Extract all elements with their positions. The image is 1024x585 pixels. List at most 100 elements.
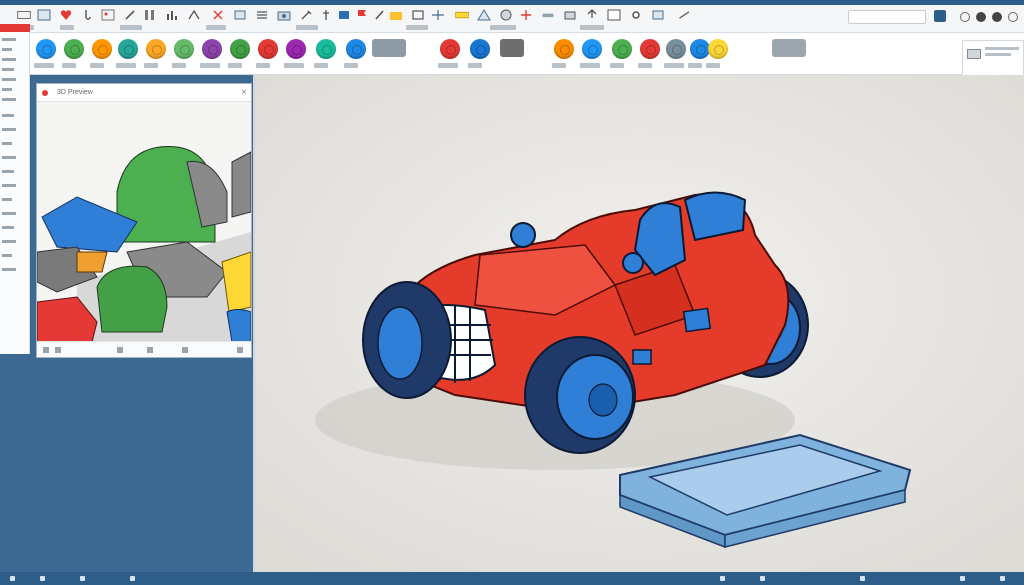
swatch-teal[interactable]	[118, 39, 138, 59]
strip-item[interactable]	[2, 156, 16, 159]
grid-icon[interactable]	[36, 8, 52, 22]
ruler-icon[interactable]	[142, 8, 158, 22]
status-icon[interactable]	[960, 576, 965, 581]
swatch-yellow[interactable]	[708, 39, 728, 59]
status-icon[interactable]	[10, 576, 15, 581]
shape-tool-icon[interactable]	[372, 39, 406, 57]
strip-item[interactable]	[2, 212, 16, 215]
strip-item[interactable]	[2, 114, 14, 117]
strip-item[interactable]	[2, 142, 12, 145]
folder-icon[interactable]	[388, 8, 404, 22]
front-right-wheel[interactable]	[524, 336, 636, 454]
move-icon[interactable]	[518, 8, 534, 22]
strip-item[interactable]	[2, 268, 16, 271]
mesh-icon[interactable]	[430, 8, 446, 22]
swatch-orange[interactable]	[92, 39, 112, 59]
swatch-blue[interactable]	[36, 39, 56, 59]
scene-render[interactable]	[255, 75, 1024, 572]
notifications-icon[interactable]	[992, 12, 1002, 22]
swatch-green-3[interactable]	[230, 39, 250, 59]
search-input[interactable]	[848, 10, 926, 24]
strip-item[interactable]	[2, 48, 12, 51]
status-icon[interactable]	[720, 576, 725, 581]
view-mode-icon[interactable]	[934, 10, 946, 22]
help-icon[interactable]	[960, 12, 970, 22]
status-icon[interactable]	[40, 576, 45, 581]
flag-icon[interactable]	[354, 8, 370, 22]
swatch-orange-2[interactable]	[146, 39, 166, 59]
cut-icon[interactable]	[210, 8, 226, 22]
pin-icon[interactable]	[318, 8, 334, 22]
close-window-icon[interactable]	[1008, 12, 1018, 22]
image-icon[interactable]	[100, 8, 116, 22]
car-icon[interactable]	[538, 8, 558, 22]
pencil-icon[interactable]	[122, 8, 138, 22]
export-icon[interactable]	[584, 8, 600, 22]
list-icon[interactable]	[254, 8, 270, 22]
hook-icon[interactable]	[80, 8, 96, 22]
swatch-red-3[interactable]	[640, 39, 660, 59]
swatch-grey[interactable]	[666, 39, 686, 59]
strip-item[interactable]	[2, 128, 16, 131]
zoom-icon[interactable]	[43, 347, 49, 353]
plugin-icon[interactable]	[650, 8, 666, 22]
brush-icon[interactable]	[372, 8, 388, 22]
drill-tool-icon[interactable]	[772, 39, 806, 57]
close-icon[interactable]: ×	[241, 87, 247, 98]
layers-icon[interactable]	[232, 8, 248, 22]
strip-item[interactable]	[2, 68, 14, 71]
settings-icon[interactable]	[628, 8, 644, 22]
swatch-blue-4[interactable]	[582, 39, 602, 59]
3d-viewport[interactable]	[253, 75, 1024, 572]
camera-icon[interactable]	[276, 8, 292, 22]
chart-icon[interactable]	[164, 8, 180, 22]
cube-icon[interactable]	[336, 8, 352, 22]
strip-item[interactable]	[2, 58, 16, 61]
tools-icon[interactable]	[298, 8, 314, 22]
swatch-orange-3[interactable]	[554, 39, 574, 59]
strip-item[interactable]	[2, 78, 16, 81]
status-icon[interactable]	[760, 576, 765, 581]
pan-icon[interactable]	[117, 347, 123, 353]
light-icon[interactable]	[182, 347, 188, 353]
connector-tool-icon[interactable]	[500, 39, 524, 57]
account-icon[interactable]	[976, 12, 986, 22]
strip-item[interactable]	[2, 240, 16, 243]
swatch-purple[interactable]	[202, 39, 222, 59]
swatch-blue-2[interactable]	[346, 39, 366, 59]
fit-icon[interactable]	[147, 347, 153, 353]
swatch-green-2[interactable]	[174, 39, 194, 59]
wrench-icon[interactable]	[676, 8, 694, 22]
strip-item[interactable]	[2, 184, 16, 187]
rotate-icon[interactable]	[55, 347, 61, 353]
status-icon[interactable]	[80, 576, 85, 581]
strip-item[interactable]	[2, 98, 16, 101]
swatch-violet[interactable]	[286, 39, 306, 59]
status-icon[interactable]	[130, 576, 135, 581]
swatch-green-4[interactable]	[612, 39, 632, 59]
new-file-icon[interactable]	[14, 8, 34, 22]
frame-icon[interactable]	[410, 8, 426, 22]
strip-item[interactable]	[2, 254, 12, 257]
strip-item[interactable]	[2, 38, 16, 41]
object-thumb-icon[interactable]	[967, 49, 981, 59]
strip-item[interactable]	[2, 198, 12, 201]
front-left-wheel[interactable]	[362, 281, 452, 399]
expand-icon[interactable]	[237, 347, 243, 353]
swatch-blue-3[interactable]	[470, 39, 490, 59]
triangle-icon[interactable]	[476, 8, 492, 22]
strip-item[interactable]	[2, 226, 14, 229]
swatch-red[interactable]	[258, 39, 278, 59]
status-icon[interactable]	[860, 576, 865, 581]
heart-icon[interactable]	[58, 8, 74, 22]
swatch-green[interactable]	[64, 39, 84, 59]
sphere-icon[interactable]	[498, 8, 514, 22]
swatch-red-2[interactable]	[440, 39, 460, 59]
strip-item[interactable]	[2, 170, 14, 173]
window-icon[interactable]	[606, 8, 622, 22]
measure-icon[interactable]	[186, 8, 202, 22]
swatch-blue-5[interactable]	[690, 39, 710, 59]
print-icon[interactable]	[562, 8, 578, 22]
status-icon[interactable]	[1000, 576, 1005, 581]
swatch-teal-2[interactable]	[316, 39, 336, 59]
